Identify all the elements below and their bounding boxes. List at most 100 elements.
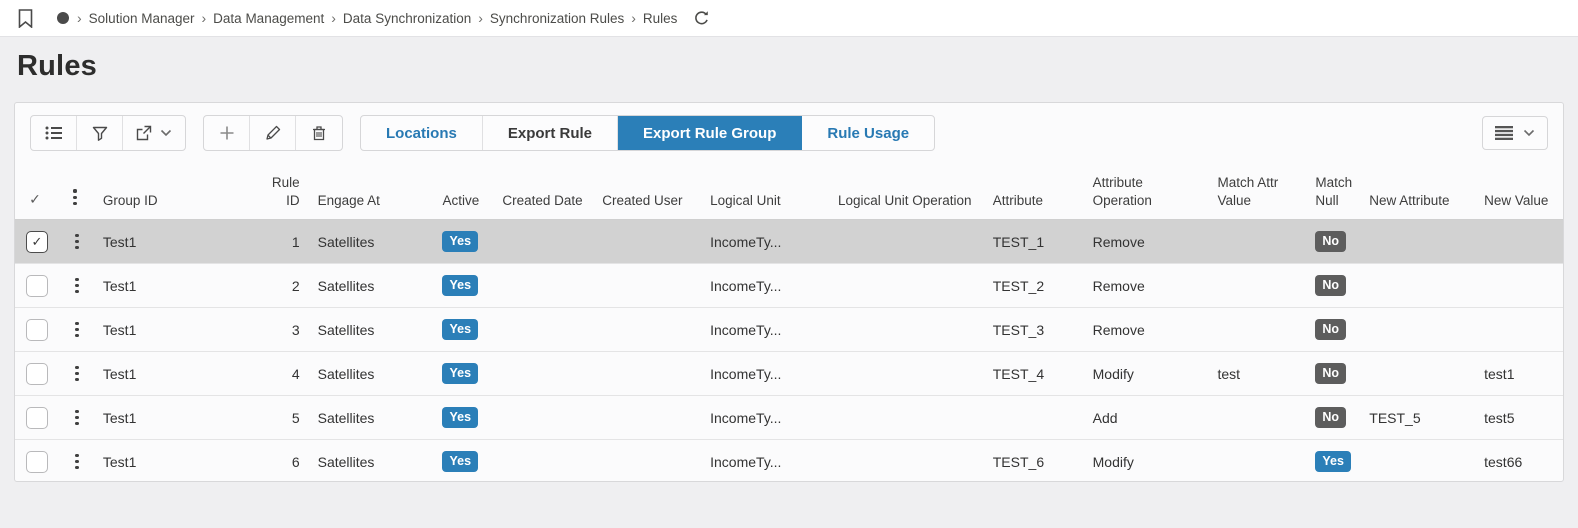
cell-select: [15, 363, 59, 385]
cell-attribute-operation: Remove: [1085, 234, 1210, 250]
col-header-rule-id[interactable]: Rule ID: [250, 161, 310, 219]
export-button[interactable]: [123, 116, 185, 150]
status-badge: Yes: [442, 231, 478, 252]
breadcrumb-item[interactable]: Data Management: [213, 11, 324, 26]
col-header-match-null[interactable]: Match Null: [1309, 161, 1361, 219]
row-menu-icon[interactable]: [71, 406, 82, 429]
status-badge: Yes: [1315, 451, 1351, 472]
vertical-dots-icon: [69, 186, 80, 209]
status-badge: No: [1315, 275, 1346, 296]
cell-attribute-operation: Remove: [1085, 322, 1210, 338]
cell-attribute-operation: Remove: [1085, 278, 1210, 294]
tab-rule-usage[interactable]: Rule Usage: [802, 116, 934, 150]
table-row[interactable]: Test1 4 Satellites Yes IncomeTy... TEST_…: [15, 352, 1563, 396]
cell-match-null: No: [1309, 319, 1361, 340]
select-all-header[interactable]: ✓: [15, 161, 59, 219]
status-badge: Yes: [442, 451, 478, 472]
cell-attribute: TEST_6: [985, 454, 1085, 470]
cell-rule-id: 4: [250, 366, 310, 382]
row-menu-icon[interactable]: [71, 318, 82, 341]
breadcrumb-item[interactable]: Synchronization Rules: [490, 11, 624, 26]
row-menu-icon[interactable]: [71, 230, 82, 253]
row-checkbox[interactable]: [26, 319, 48, 341]
cell-rule-id: 6: [250, 454, 310, 470]
cell-active: Yes: [434, 231, 494, 252]
row-checkbox[interactable]: [26, 407, 48, 429]
cell-attribute-operation: Add: [1085, 410, 1210, 426]
row-checkbox[interactable]: [26, 363, 48, 385]
edit-button[interactable]: [250, 116, 296, 150]
delete-button[interactable]: [296, 116, 342, 150]
table-row[interactable]: Test1 1 Satellites Yes IncomeTy... TEST_…: [15, 220, 1563, 264]
refresh-icon[interactable]: [691, 8, 712, 29]
table-row[interactable]: Test1 6 Satellites Yes IncomeTy... TEST_…: [15, 440, 1563, 483]
cell-engage-at: Satellites: [310, 278, 435, 294]
col-header-created-date[interactable]: Created Date: [494, 161, 594, 219]
col-header-created-user[interactable]: Created User: [594, 161, 702, 219]
table-row[interactable]: Test1 3 Satellites Yes IncomeTy... TEST_…: [15, 308, 1563, 352]
status-badge: Yes: [442, 363, 478, 384]
col-header-engage-at[interactable]: Engage At: [310, 161, 435, 219]
row-checkbox[interactable]: [26, 275, 48, 297]
display-options-button[interactable]: [1482, 116, 1548, 150]
list-view-button[interactable]: [31, 116, 77, 150]
cell-match-null: No: [1309, 231, 1361, 252]
cell-new-attribute: TEST_5: [1361, 410, 1476, 426]
tab-export-rule-group[interactable]: Export Rule Group: [618, 116, 802, 150]
chevron-down-icon: [160, 129, 172, 137]
row-checkbox[interactable]: [26, 451, 48, 473]
cell-logical-unit: IncomeTy...: [702, 366, 830, 382]
cell-row-menu: [59, 230, 95, 253]
col-header-active[interactable]: Active: [434, 161, 494, 219]
table-row[interactable]: Test1 5 Satellites Yes IncomeTy... Add N…: [15, 396, 1563, 440]
cell-match-null: No: [1309, 275, 1361, 296]
col-header-attribute-operation[interactable]: Attribute Operation: [1085, 161, 1210, 219]
cell-select: [15, 275, 59, 297]
cell-engage-at: Satellites: [310, 366, 435, 382]
tab-export-rule[interactable]: Export Rule: [483, 116, 618, 150]
breadcrumb-item[interactable]: Rules: [643, 11, 678, 26]
add-button[interactable]: [204, 116, 250, 150]
cell-row-menu: [59, 318, 95, 341]
cell-active: Yes: [434, 363, 494, 384]
col-header-new-attribute[interactable]: New Attribute: [1361, 161, 1476, 219]
page-header: Rules: [0, 37, 1578, 102]
header-menu-icon[interactable]: [59, 161, 95, 219]
cell-row-menu: [59, 406, 95, 429]
bookmark-icon[interactable]: [16, 7, 35, 30]
row-menu-icon[interactable]: [71, 274, 82, 297]
cell-active: Yes: [434, 319, 494, 340]
cell-group-id: Test1: [95, 322, 250, 338]
cell-select: [15, 231, 59, 253]
row-menu-icon[interactable]: [71, 450, 82, 473]
filter-button[interactable]: [77, 116, 123, 150]
breadcrumb-item[interactable]: Data Synchronization: [343, 11, 471, 26]
cell-active: Yes: [434, 407, 494, 428]
cell-select: [15, 407, 59, 429]
col-header-new-value[interactable]: New Value: [1476, 161, 1563, 219]
row-checkbox[interactable]: [26, 231, 48, 253]
col-header-group-id[interactable]: Group ID: [95, 161, 250, 219]
cell-logical-unit: IncomeTy...: [702, 278, 830, 294]
cell-engage-at: Satellites: [310, 410, 435, 426]
edit-actions-group: [203, 115, 343, 151]
row-menu-icon[interactable]: [71, 362, 82, 385]
view-actions-group: [30, 115, 186, 151]
breadcrumb-item[interactable]: Solution Manager: [89, 11, 195, 26]
cell-new-value: test5: [1476, 410, 1563, 426]
tab-locations[interactable]: Locations: [361, 116, 483, 150]
col-header-attribute[interactable]: Attribute: [985, 161, 1085, 219]
col-header-match-attr-value[interactable]: Match Attr Value: [1209, 161, 1309, 219]
status-badge: No: [1315, 319, 1346, 340]
breadcrumb: ›Solution Manager›Data Management›Data S…: [77, 10, 677, 26]
export-icon: [136, 125, 152, 141]
table-header-row: ✓ Group ID Rule ID Engage At Active Crea…: [15, 161, 1563, 220]
col-header-logical-unit[interactable]: Logical Unit: [702, 161, 830, 219]
breadcrumb-separator: ›: [202, 10, 207, 26]
cell-group-id: Test1: [95, 234, 250, 250]
menu-lines-icon: [1495, 126, 1513, 140]
checkmark-icon: ✓: [29, 190, 41, 209]
table-row[interactable]: Test1 2 Satellites Yes IncomeTy... TEST_…: [15, 264, 1563, 308]
col-header-logical-unit-operation[interactable]: Logical Unit Operation: [830, 161, 985, 219]
cell-group-id: Test1: [95, 410, 250, 426]
